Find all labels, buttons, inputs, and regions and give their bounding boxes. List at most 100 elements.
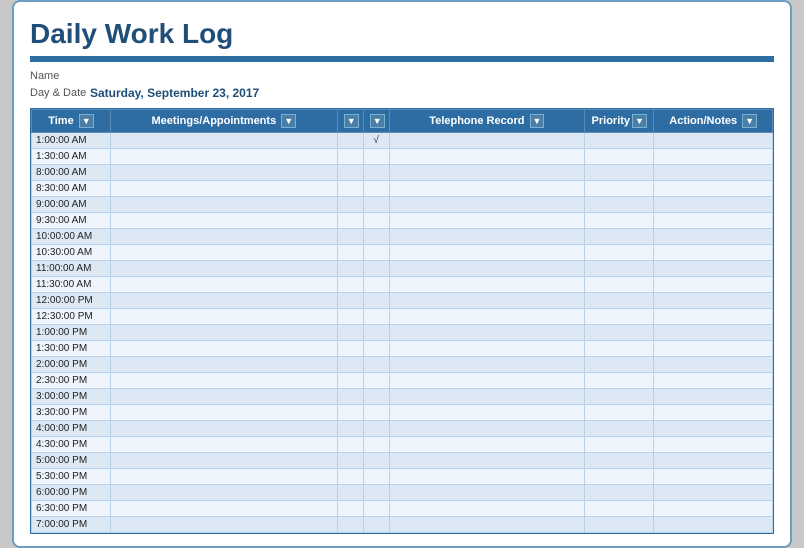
cell-action[interactable]	[654, 469, 773, 485]
cell-priority[interactable]	[585, 197, 654, 213]
cell-priority[interactable]	[585, 389, 654, 405]
cell-chk2[interactable]	[363, 261, 389, 277]
cell-chk2[interactable]	[363, 197, 389, 213]
cell-meetings[interactable]	[110, 165, 337, 181]
col-header-chk1[interactable]: ▼	[337, 110, 363, 133]
cell-chk1[interactable]	[337, 181, 363, 197]
cell-action[interactable]	[654, 181, 773, 197]
cell-meetings[interactable]	[110, 469, 337, 485]
cell-chk2[interactable]	[363, 229, 389, 245]
cell-chk2[interactable]	[363, 485, 389, 501]
cell-chk1[interactable]	[337, 453, 363, 469]
cell-action[interactable]	[654, 149, 773, 165]
cell-chk1[interactable]	[337, 389, 363, 405]
cell-priority[interactable]	[585, 213, 654, 229]
cell-action[interactable]	[654, 245, 773, 261]
cell-meetings[interactable]	[110, 405, 337, 421]
cell-chk1[interactable]	[337, 469, 363, 485]
cell-action[interactable]	[654, 405, 773, 421]
cell-action[interactable]	[654, 229, 773, 245]
cell-chk1[interactable]	[337, 517, 363, 533]
cell-chk1[interactable]	[337, 229, 363, 245]
cell-action[interactable]	[654, 341, 773, 357]
cell-telephone[interactable]	[389, 277, 585, 293]
cell-meetings[interactable]	[110, 149, 337, 165]
chk1-dropdown-icon[interactable]: ▼	[344, 114, 359, 128]
col-header-meetings[interactable]: Meetings/Appointments ▼	[110, 110, 337, 133]
cell-chk2[interactable]	[363, 213, 389, 229]
cell-action[interactable]	[654, 485, 773, 501]
cell-action[interactable]	[654, 165, 773, 181]
priority-dropdown-icon[interactable]: ▼	[632, 114, 647, 128]
cell-chk1[interactable]	[337, 325, 363, 341]
cell-telephone[interactable]	[389, 325, 585, 341]
cell-chk2[interactable]	[363, 293, 389, 309]
cell-chk1[interactable]	[337, 213, 363, 229]
cell-chk2[interactable]	[363, 421, 389, 437]
cell-priority[interactable]	[585, 309, 654, 325]
cell-action[interactable]	[654, 517, 773, 533]
cell-chk2[interactable]	[363, 453, 389, 469]
chk2-dropdown-icon[interactable]: ▼	[370, 114, 385, 128]
cell-priority[interactable]	[585, 149, 654, 165]
cell-meetings[interactable]	[110, 229, 337, 245]
cell-telephone[interactable]	[389, 341, 585, 357]
cell-priority[interactable]	[585, 485, 654, 501]
cell-action[interactable]	[654, 357, 773, 373]
cell-meetings[interactable]	[110, 293, 337, 309]
cell-action[interactable]	[654, 277, 773, 293]
cell-priority[interactable]	[585, 261, 654, 277]
col-header-action[interactable]: Action/Notes ▼	[654, 110, 773, 133]
cell-telephone[interactable]	[389, 517, 585, 533]
cell-meetings[interactable]	[110, 277, 337, 293]
cell-telephone[interactable]	[389, 181, 585, 197]
cell-priority[interactable]	[585, 165, 654, 181]
cell-chk1[interactable]	[337, 405, 363, 421]
cell-meetings[interactable]	[110, 197, 337, 213]
cell-chk2[interactable]	[363, 501, 389, 517]
cell-chk1[interactable]	[337, 133, 363, 149]
cell-priority[interactable]	[585, 469, 654, 485]
cell-action[interactable]	[654, 293, 773, 309]
cell-meetings[interactable]	[110, 309, 337, 325]
cell-telephone[interactable]	[389, 421, 585, 437]
cell-chk1[interactable]	[337, 165, 363, 181]
cell-meetings[interactable]	[110, 421, 337, 437]
col-header-telephone[interactable]: Telephone Record ▼	[389, 110, 585, 133]
cell-chk2[interactable]	[363, 245, 389, 261]
telephone-dropdown-icon[interactable]: ▼	[530, 114, 545, 128]
cell-chk2[interactable]	[363, 165, 389, 181]
cell-priority[interactable]	[585, 325, 654, 341]
cell-chk2[interactable]: √	[363, 133, 389, 149]
cell-meetings[interactable]	[110, 453, 337, 469]
cell-action[interactable]	[654, 133, 773, 149]
cell-priority[interactable]	[585, 437, 654, 453]
cell-action[interactable]	[654, 197, 773, 213]
cell-telephone[interactable]	[389, 165, 585, 181]
cell-meetings[interactable]	[110, 485, 337, 501]
cell-chk2[interactable]	[363, 405, 389, 421]
cell-chk2[interactable]	[363, 389, 389, 405]
cell-telephone[interactable]	[389, 261, 585, 277]
cell-chk1[interactable]	[337, 501, 363, 517]
cell-chk2[interactable]	[363, 277, 389, 293]
cell-priority[interactable]	[585, 229, 654, 245]
cell-action[interactable]	[654, 453, 773, 469]
cell-chk2[interactable]	[363, 325, 389, 341]
cell-action[interactable]	[654, 501, 773, 517]
cell-meetings[interactable]	[110, 389, 337, 405]
col-header-priority[interactable]: Priority▼	[585, 110, 654, 133]
cell-priority[interactable]	[585, 405, 654, 421]
cell-telephone[interactable]	[389, 229, 585, 245]
cell-action[interactable]	[654, 373, 773, 389]
cell-priority[interactable]	[585, 245, 654, 261]
cell-priority[interactable]	[585, 517, 654, 533]
cell-telephone[interactable]	[389, 357, 585, 373]
cell-meetings[interactable]	[110, 341, 337, 357]
cell-chk1[interactable]	[337, 421, 363, 437]
cell-meetings[interactable]	[110, 133, 337, 149]
cell-action[interactable]	[654, 261, 773, 277]
cell-chk1[interactable]	[337, 293, 363, 309]
cell-telephone[interactable]	[389, 213, 585, 229]
cell-meetings[interactable]	[110, 245, 337, 261]
